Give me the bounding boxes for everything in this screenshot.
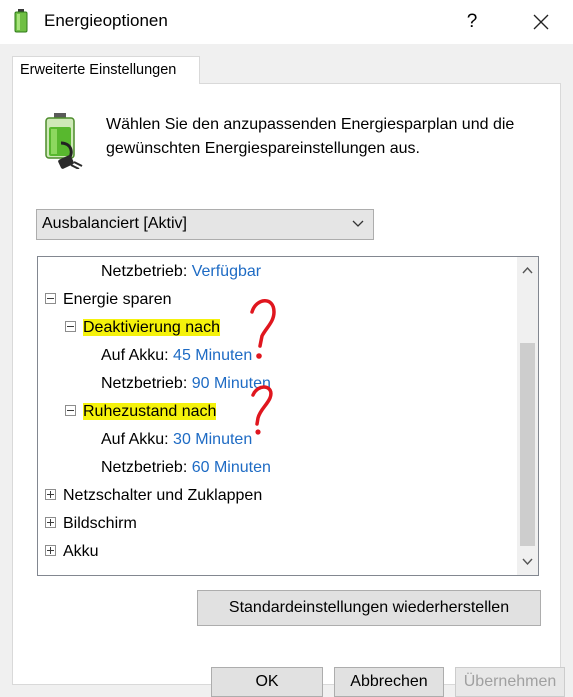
scroll-thumb[interactable]	[520, 343, 535, 546]
apply-button[interactable]: Übernehmen	[455, 667, 565, 697]
setting-value-link[interactable]: Verfügbar	[192, 263, 261, 280]
tree-node-sleep-after[interactable]: Deaktivierung nach	[65, 315, 220, 341]
cancel-button[interactable]: Abbrechen	[334, 667, 444, 697]
collapse-icon[interactable]	[45, 292, 56, 304]
setting-label: Auf Akku:	[101, 347, 169, 364]
tree-row-sleep-battery: Auf Akku: 45 Minuten	[101, 343, 252, 369]
tree-node-label: Bildschirm	[63, 515, 137, 532]
expand-icon[interactable]	[45, 516, 56, 528]
power-plan-select[interactable]: Ausbalanciert [Aktiv]	[36, 209, 374, 240]
expand-icon[interactable]	[45, 488, 56, 500]
scroll-down-button[interactable]	[517, 547, 538, 575]
tree-node-label: Akku	[63, 543, 99, 560]
setting-label: Netzbetrieb:	[101, 459, 188, 476]
tree-row-hibernate-ac: Netzbetrieb: 60 Minuten	[101, 455, 271, 481]
setting-label: Netzbetrieb:	[101, 263, 188, 280]
settings-tree[interactable]: Netzbetrieb: Verfügbar Energie sparen De…	[37, 256, 539, 576]
setting-value-link[interactable]: 45 Minuten	[173, 347, 252, 364]
setting-label: Netzbetrieb:	[101, 375, 188, 392]
setting-value-link[interactable]: 90 Minuten	[192, 375, 271, 392]
power-plan-icon	[45, 113, 83, 169]
title-bar: Energieoptionen ?	[0, 0, 573, 44]
tree-node-display[interactable]: Bildschirm	[45, 511, 137, 537]
tree-row-hibernate-battery: Auf Akku: 30 Minuten	[101, 427, 252, 453]
help-button[interactable]: ?	[456, 6, 488, 38]
setting-value-link[interactable]: 60 Minuten	[192, 459, 271, 476]
ok-button[interactable]: OK	[211, 667, 323, 697]
intro-text: Wählen Sie den anzupassenden Energiespar…	[106, 116, 515, 157]
window-title: Energieoptionen	[44, 11, 168, 30]
collapse-icon[interactable]	[65, 404, 76, 416]
battery-power-icon	[14, 9, 28, 33]
tree-node-label: Netzschalter und Zuklappen	[63, 487, 263, 504]
tree-node-hibernate-after[interactable]: Ruhezustand nach	[65, 399, 217, 425]
close-button[interactable]	[524, 6, 558, 38]
expand-icon[interactable]	[45, 544, 56, 556]
close-icon	[533, 14, 549, 30]
tree-node-energy-saving[interactable]: Energie sparen	[45, 287, 172, 313]
chevron-down-icon	[352, 220, 364, 227]
tree-row-ac-available: Netzbetrieb: Verfügbar	[101, 259, 261, 285]
setting-value-link[interactable]: 30 Minuten	[173, 431, 252, 448]
power-plan-value: Ausbalanciert [Aktiv]	[42, 215, 187, 232]
vertical-scrollbar[interactable]	[517, 257, 538, 575]
chevron-up-icon	[522, 266, 533, 274]
collapse-icon[interactable]	[65, 320, 76, 332]
tree-row-sleep-ac: Netzbetrieb: 90 Minuten	[101, 371, 271, 397]
chevron-down-icon	[522, 558, 533, 566]
tree-node-battery[interactable]: Akku	[45, 539, 99, 565]
restore-defaults-button[interactable]: Standardeinstellungen wiederherstellen	[197, 590, 541, 626]
tab-advanced-settings[interactable]: Erweiterte Einstellungen	[12, 56, 200, 84]
scroll-up-button[interactable]	[517, 257, 538, 285]
setting-label: Auf Akku:	[101, 431, 169, 448]
tree-node-label: Energie sparen	[63, 291, 172, 308]
tree-node-power-buttons[interactable]: Netzschalter und Zuklappen	[45, 483, 262, 509]
tree-node-label: Ruhezustand nach	[83, 403, 217, 420]
tree-node-label: Deaktivierung nach	[83, 319, 220, 336]
